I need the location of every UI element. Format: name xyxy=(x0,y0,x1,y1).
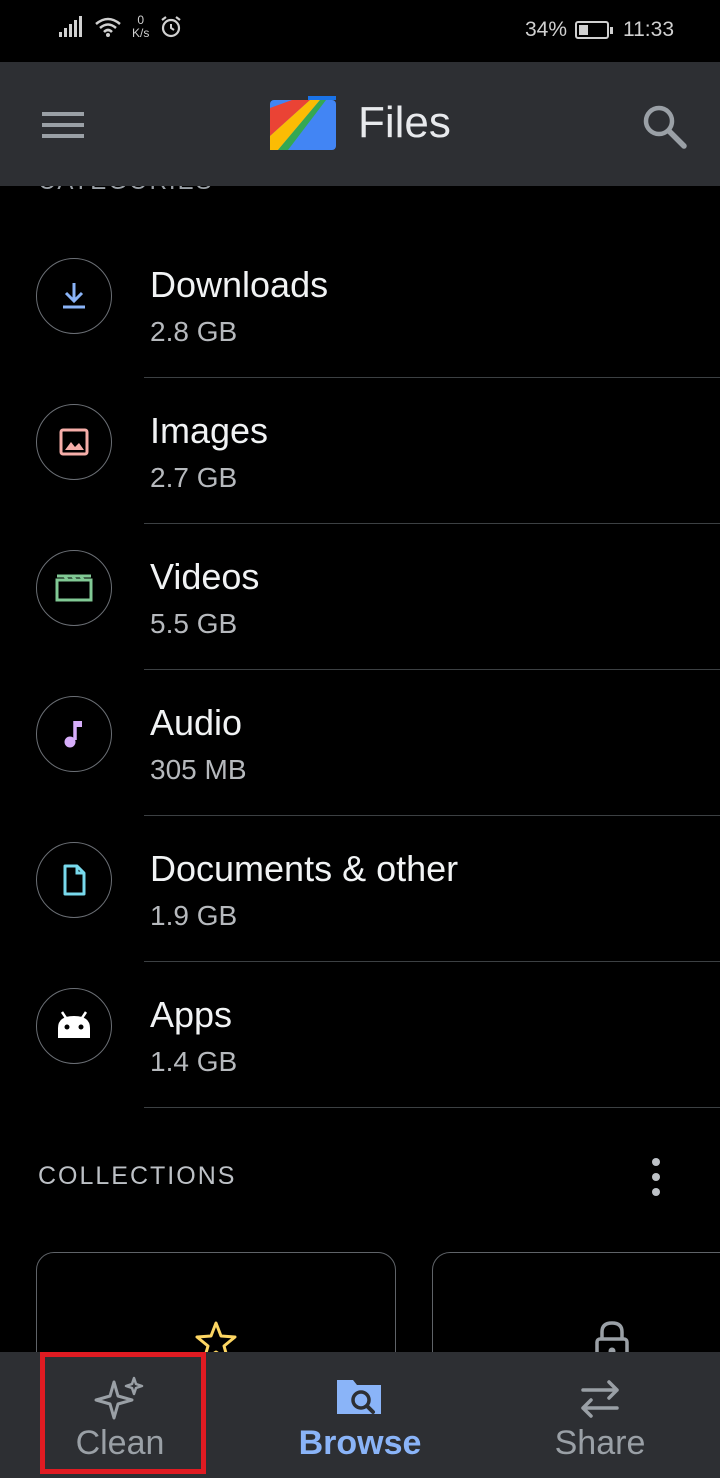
search-icon xyxy=(643,105,687,149)
video-icon xyxy=(55,574,93,602)
collection-card-safe-folder[interactable] xyxy=(432,1252,720,1352)
category-images[interactable]: Images 2.7 GB xyxy=(0,378,720,524)
nav-browse[interactable]: Browse xyxy=(240,1352,480,1478)
signal-icon xyxy=(59,16,82,37)
collection-card-starred[interactable] xyxy=(36,1252,396,1352)
nav-share[interactable]: Share xyxy=(480,1352,720,1478)
android-icon xyxy=(58,1011,90,1038)
clean-highlight-box xyxy=(40,1352,206,1474)
document-icon xyxy=(63,864,86,896)
clock: 11:33 xyxy=(623,18,674,41)
category-apps[interactable]: Apps 1.4 GB xyxy=(0,962,720,1108)
divider xyxy=(144,1106,720,1108)
category-name: Images xyxy=(150,410,269,451)
category-size: 1.9 GB xyxy=(150,900,238,931)
image-icon xyxy=(59,428,89,456)
category-audio[interactable]: Audio 305 MB xyxy=(0,670,720,816)
category-icon-circle xyxy=(36,696,112,772)
browse-folder-icon xyxy=(337,1380,381,1414)
net-speed-unit: K/s xyxy=(132,26,150,40)
battery-icon xyxy=(575,21,613,39)
main-content[interactable]: CATEGORIES Downloads 2.8 GB Images 2.7 G… xyxy=(0,186,720,1352)
net-speed: 0 K/s xyxy=(132,14,149,40)
app-title: Files xyxy=(358,98,451,147)
category-videos[interactable]: Videos 5.5 GB xyxy=(0,524,720,670)
category-icon-circle xyxy=(36,404,112,480)
wifi-icon xyxy=(95,17,121,37)
hamburger-menu-icon xyxy=(42,112,84,138)
category-downloads[interactable]: Downloads 2.8 GB xyxy=(0,232,720,378)
category-size: 305 MB xyxy=(150,754,247,785)
collections-header: COLLECTIONS xyxy=(38,1162,237,1190)
category-icon-circle xyxy=(36,842,112,918)
nav-label: Browse xyxy=(298,1424,422,1462)
category-size: 1.4 GB xyxy=(150,1046,238,1077)
category-documents[interactable]: Documents & other 1.9 GB xyxy=(0,816,720,962)
menu-button[interactable] xyxy=(28,100,98,150)
status-bar: 0 K/s 34% 11:33 xyxy=(0,0,720,62)
status-right: 34% 11:33 xyxy=(525,18,674,42)
category-name: Videos xyxy=(150,556,260,597)
files-logo-icon xyxy=(270,96,336,150)
category-size: 5.5 GB xyxy=(150,608,238,639)
app-bar: Files xyxy=(0,62,720,186)
music-note-icon xyxy=(64,721,82,748)
category-name: Audio xyxy=(150,702,243,743)
download-icon xyxy=(63,283,85,309)
category-name: Downloads xyxy=(150,264,329,305)
category-size: 2.8 GB xyxy=(150,316,238,347)
categories-header: CATEGORIES xyxy=(38,186,214,196)
search-button[interactable] xyxy=(636,98,692,154)
category-name: Documents & other xyxy=(150,848,459,889)
lock-icon xyxy=(595,1321,629,1352)
battery-percent: 34% xyxy=(524,18,567,41)
star-icon xyxy=(195,1321,237,1352)
collections-more-button[interactable] xyxy=(636,1152,676,1202)
files-logo xyxy=(270,96,338,150)
category-icon-circle xyxy=(36,988,112,1064)
category-name: Apps xyxy=(150,994,233,1035)
status-left: 0 K/s xyxy=(58,14,183,40)
bottom-navigation: Clean Browse Share xyxy=(0,1352,720,1478)
category-icon-circle xyxy=(36,550,112,626)
category-size: 2.7 GB xyxy=(150,462,238,493)
category-icon-circle xyxy=(36,258,112,334)
alarm-icon xyxy=(161,16,182,38)
swap-arrows-icon xyxy=(581,1380,619,1418)
nav-label: Share xyxy=(554,1424,646,1462)
more-vertical-icon xyxy=(652,1158,660,1196)
